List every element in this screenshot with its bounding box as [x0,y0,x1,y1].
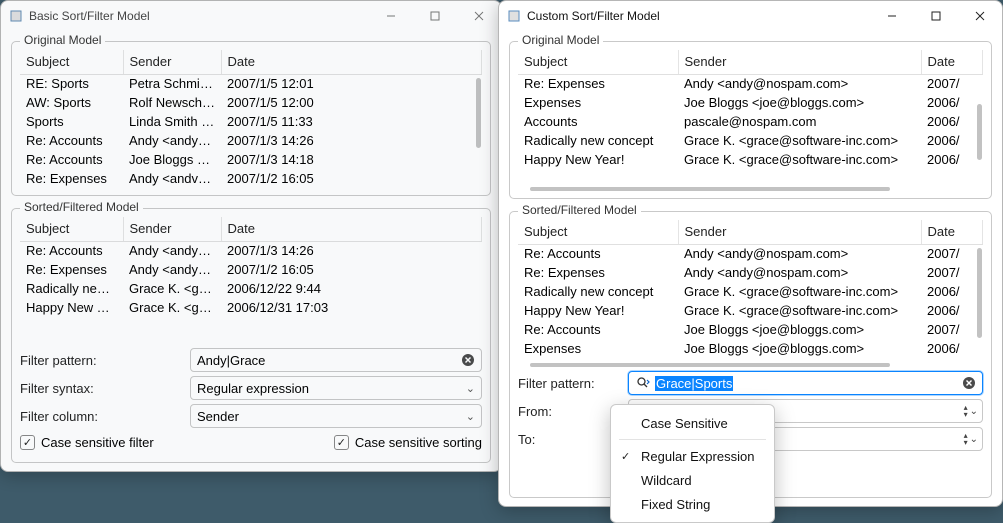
app-icon [507,9,521,23]
horizontal-scrollbar[interactable] [520,186,973,192]
close-button[interactable] [457,1,501,31]
calendar-dropdown-icon[interactable]: ⌄ [970,406,978,417]
table-row[interactable]: Re: AccountsJoe Bloggs <joe@bloggs.com>2… [518,320,983,339]
filter-pattern-label: Filter pattern: [518,376,628,391]
group-title: Sorted/Filtered Model [518,203,641,217]
checkbox-checked-icon: ✓ [334,435,349,450]
checkmark-icon: ✓ [621,450,630,463]
menu-item-wildcard[interactable]: Wildcard [611,468,774,492]
col-subject[interactable]: Subject [518,220,678,244]
table-row[interactable]: Re: ExpensesAndy <andv@…2007/1/2 16:05 [20,169,482,188]
table-row[interactable]: Happy New Year!Grace K. <grace@software-… [518,301,983,320]
window-title: Custom Sort/Filter Model [527,9,660,23]
spin-buttons-icon[interactable]: ▴▾ [964,432,968,446]
original-model-group: Original Model Subject Sender Date RE: S… [11,41,491,196]
maximize-button[interactable] [413,1,457,31]
col-date[interactable]: Date [221,217,482,241]
sort-asc-icon: ⌃ [169,217,176,221]
table-row[interactable]: Re: AccountsAndy <andy@…2007/1/3 14:26 [20,241,482,260]
minimize-button[interactable] [870,1,914,31]
original-table[interactable]: Subject Sender Date RE: SportsPetra Schm… [20,50,482,188]
table-row[interactable]: Happy New Y…Grace K. <gra…2006/12/31 17:… [20,298,482,317]
table-row[interactable]: RE: SportsPetra Schmidt…2007/1/5 12:01 [20,74,482,93]
case-sensitive-sorting-checkbox[interactable]: ✓ Case sensitive sorting [334,435,482,450]
col-sender[interactable]: Sender⌃ [123,217,221,241]
table-row[interactable]: Radically new conceptGrace K. <grace@sof… [518,131,983,150]
filter-pattern-label: Filter pattern: [20,353,190,368]
maximize-button[interactable] [914,1,958,31]
filter-syntax-combo[interactable]: Regular expression ⌄ [190,376,482,400]
horizontal-scrollbar[interactable] [520,362,973,368]
chevron-down-icon: ⌄ [466,382,475,395]
menu-item-case-sensitive[interactable]: Case Sensitive [611,411,774,435]
col-sender[interactable]: Sender [123,50,221,74]
table-row[interactable]: Happy New Year!Grace K. <grace@software-… [518,150,983,169]
filter-syntax-label: Filter syntax: [20,381,190,396]
group-title: Original Model [20,33,105,47]
col-sender[interactable]: Sender⌃ [678,220,921,244]
basic-window: Basic Sort/Filter Model Original Model S… [0,0,502,472]
table-row[interactable]: Re: AccountsAndy <andy@nospam.com>2007/ [518,244,983,263]
table-row[interactable]: Radically new conceptGrace K. <grace@sof… [518,282,983,301]
menu-item-regex[interactable]: ✓ Regular Expression [611,444,774,468]
table-row[interactable]: ExpensesJoe Bloggs <joe@bloggs.com>2006/ [518,339,983,358]
col-sender[interactable]: Sender [678,50,921,74]
col-subject[interactable]: Subject [20,217,123,241]
sorted-model-group: Sorted/Filtered Model Subject Sender⌃ Da… [11,208,491,463]
filter-pattern-input[interactable]: Andy|Grace [190,348,482,372]
group-title: Sorted/Filtered Model [20,200,143,214]
clear-icon[interactable] [960,374,978,392]
titlebar[interactable]: Custom Sort/Filter Model [499,1,1002,31]
minimize-button[interactable] [369,1,413,31]
sorted-table[interactable]: Subject Sender⌃ Date Re: AccountsAndy <a… [518,220,983,358]
vertical-scrollbar[interactable] [975,76,983,190]
table-row[interactable]: Re: AccountsAndy <andy@…2007/1/3 14:26 [20,131,482,150]
table-row[interactable]: Re: ExpensesAndy <andy@nospam.com>2007/ [518,74,983,93]
original-table[interactable]: Subject Sender Date Re: ExpensesAndy <an… [518,50,983,169]
col-subject[interactable]: Subject [518,50,678,74]
checkbox-checked-icon: ✓ [20,435,35,450]
vertical-scrollbar[interactable] [975,246,983,366]
close-button[interactable] [958,1,1002,31]
vertical-scrollbar[interactable] [474,76,482,188]
filter-pattern-input[interactable]: Grace|Sports [628,371,983,395]
case-sensitive-filter-checkbox[interactable]: ✓ Case sensitive filter [20,435,154,450]
clear-icon[interactable] [459,351,477,369]
menu-separator [619,439,766,440]
table-row[interactable]: Radically new …Grace K. <gra…2006/12/22 … [20,279,482,298]
col-date[interactable]: Date [221,50,482,74]
filter-column-label: Filter column: [20,409,190,424]
group-title: Original Model [518,33,603,47]
titlebar[interactable]: Basic Sort/Filter Model [1,1,501,31]
menu-item-fixed-string[interactable]: Fixed String [611,492,774,516]
chevron-down-icon: ⌄ [466,410,475,423]
sort-asc-icon: ⌃ [796,220,803,224]
calendar-dropdown-icon[interactable]: ⌄ [970,434,978,445]
col-date[interactable]: Date [921,50,983,74]
table-row[interactable]: Accountspascale@nospam.com2006/ [518,112,983,131]
table-row[interactable]: SportsLinda Smith <l…2007/1/5 11:33 [20,112,482,131]
table-row[interactable]: Re: ExpensesAndy <andy@nospam.com>2007/ [518,263,983,282]
col-date[interactable]: Date [921,220,983,244]
sorted-table[interactable]: Subject Sender⌃ Date Re: AccountsAndy <a… [20,217,482,317]
search-options-icon[interactable] [635,375,651,391]
table-row[interactable]: Re: ExpensesAndy <andy@…2007/1/2 16:05 [20,260,482,279]
col-subject[interactable]: Subject [20,50,123,74]
filter-options-menu[interactable]: Case Sensitive ✓ Regular Expression Wild… [610,404,775,523]
table-row[interactable]: AW: SportsRolf Newschw…2007/1/5 12:00 [20,93,482,112]
spin-buttons-icon[interactable]: ▴▾ [964,404,968,418]
app-icon [9,9,23,23]
filter-column-combo[interactable]: Sender ⌄ [190,404,482,428]
window-title: Basic Sort/Filter Model [29,9,150,23]
table-row[interactable]: ExpensesJoe Bloggs <joe@bloggs.com>2006/ [518,93,983,112]
original-model-group: Original Model Subject Sender Date Re: E… [509,41,992,199]
table-row[interactable]: Re: AccountsJoe Bloggs <j…2007/1/3 14:18 [20,150,482,169]
